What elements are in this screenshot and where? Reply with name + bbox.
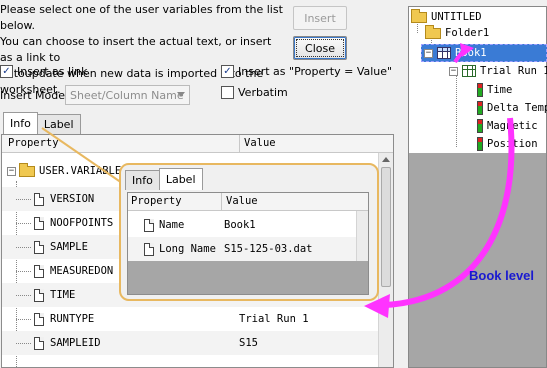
arrowhead-icon [460,43,474,57]
annotation-arrows [364,43,515,318]
arrowhead-icon [364,294,390,318]
annotation-label: Book level [469,268,535,283]
